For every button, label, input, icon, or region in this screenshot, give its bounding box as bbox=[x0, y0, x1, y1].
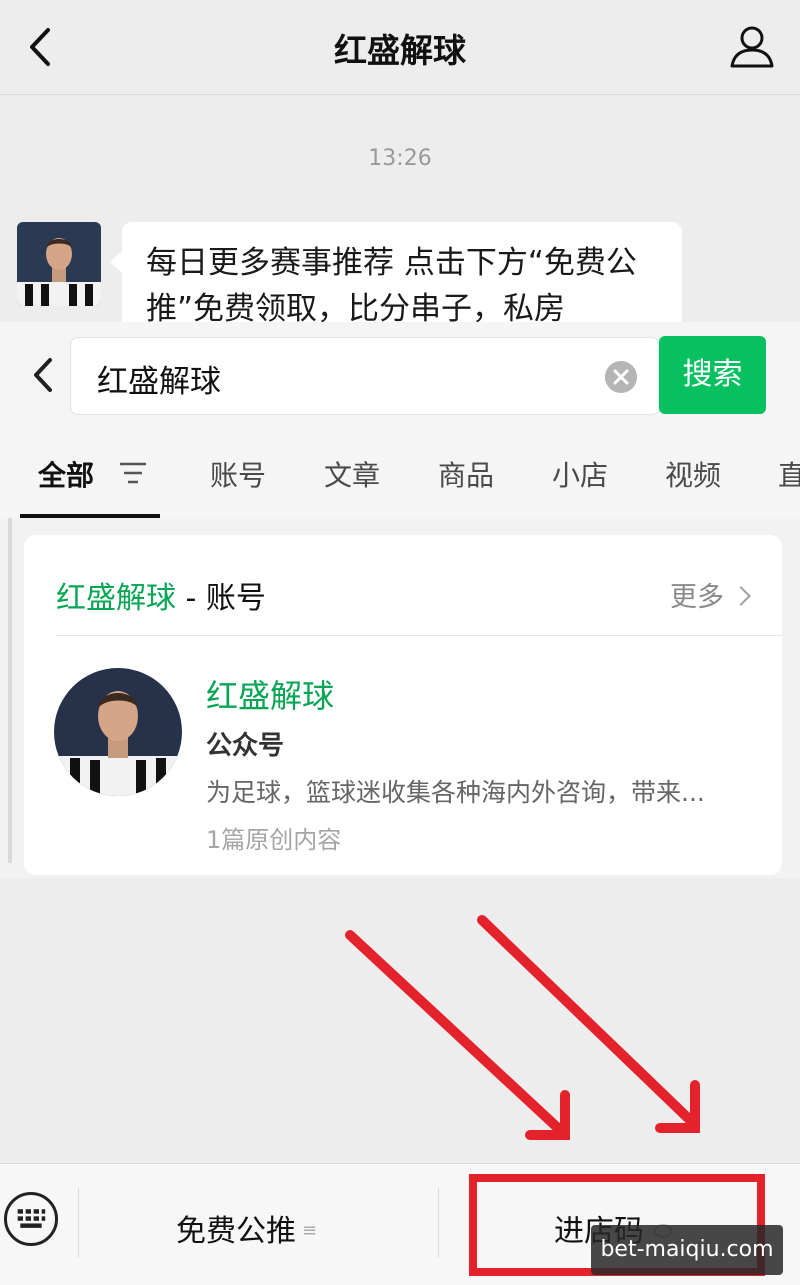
search-panel: 红盛解球 搜索 全部 账号 文章 商品 小店 视频 直 bbox=[0, 322, 800, 518]
watermark: bet-maiqiu.com bbox=[591, 1225, 783, 1275]
section-title: 红盛解球 bbox=[56, 581, 176, 616]
tab-articles[interactable]: 文章 bbox=[324, 454, 380, 494]
sender-avatar[interactable] bbox=[17, 222, 101, 306]
more-link[interactable]: 更多 bbox=[670, 575, 751, 614]
divider bbox=[56, 635, 782, 636]
annotation-arrows bbox=[345, 915, 700, 1140]
account-type: 公众号 bbox=[206, 731, 285, 761]
account-name[interactable]: 红盛解球 bbox=[206, 671, 334, 717]
section-suffix: - 账号 bbox=[176, 581, 266, 616]
bar-separator bbox=[438, 1188, 439, 1258]
account-description: 为足球，篮球迷收集各种海内外咨询，带来... bbox=[206, 778, 705, 807]
message-timestamp: 13:26 bbox=[368, 146, 432, 171]
message-bubble[interactable]: 每日更多赛事推荐 点击下方“免费公推”免费领取，比分串子，私房 bbox=[122, 222, 682, 332]
chevron-right-icon bbox=[731, 586, 751, 606]
keyboard-icon[interactable] bbox=[4, 1192, 58, 1246]
chat-header: 红盛解球 bbox=[0, 0, 800, 95]
filter-icon[interactable] bbox=[118, 458, 148, 488]
search-button[interactable]: 搜索 bbox=[659, 336, 766, 414]
tab-all[interactable]: 全部 bbox=[38, 454, 94, 494]
submenu-icon: ≡ bbox=[302, 1220, 318, 1241]
bottom-menu-bar: 免费公推≡ 进店码 bet-maiqiu.com bbox=[0, 1163, 800, 1285]
search-back-icon[interactable] bbox=[28, 352, 60, 398]
account-stat: 1篇原创内容 bbox=[206, 826, 342, 854]
search-tabs: 全部 账号 文章 商品 小店 视频 直 bbox=[0, 450, 800, 518]
profile-icon[interactable] bbox=[728, 22, 776, 70]
tab-products[interactable]: 商品 bbox=[438, 454, 494, 494]
bar-separator bbox=[78, 1188, 79, 1258]
tab-shops[interactable]: 小店 bbox=[552, 454, 608, 494]
menu-item-label: 免费公推 bbox=[176, 1214, 296, 1249]
section-header: 红盛解球 - 账号 bbox=[56, 573, 266, 617]
more-label: 更多 bbox=[670, 582, 724, 613]
tab-live[interactable]: 直 bbox=[778, 454, 800, 494]
account-avatar[interactable] bbox=[54, 668, 182, 796]
menu-item-free-tips[interactable]: 免费公推 ≡ bbox=[176, 1206, 317, 1250]
account-result-card[interactable]: 红盛解球 - 账号 更多 红盛解球 公众号 为足球，篮球迷收集各种海内外咨询，带… bbox=[24, 535, 782, 875]
clear-icon[interactable] bbox=[605, 361, 637, 393]
red-arrow-right bbox=[477, 915, 700, 1133]
tab-accounts[interactable]: 账号 bbox=[210, 454, 266, 494]
chat-title: 红盛解球 bbox=[334, 31, 466, 70]
search-query: 红盛解球 bbox=[97, 364, 221, 400]
search-input[interactable]: 红盛解球 bbox=[70, 337, 660, 415]
tab-videos[interactable]: 视频 bbox=[665, 454, 721, 494]
